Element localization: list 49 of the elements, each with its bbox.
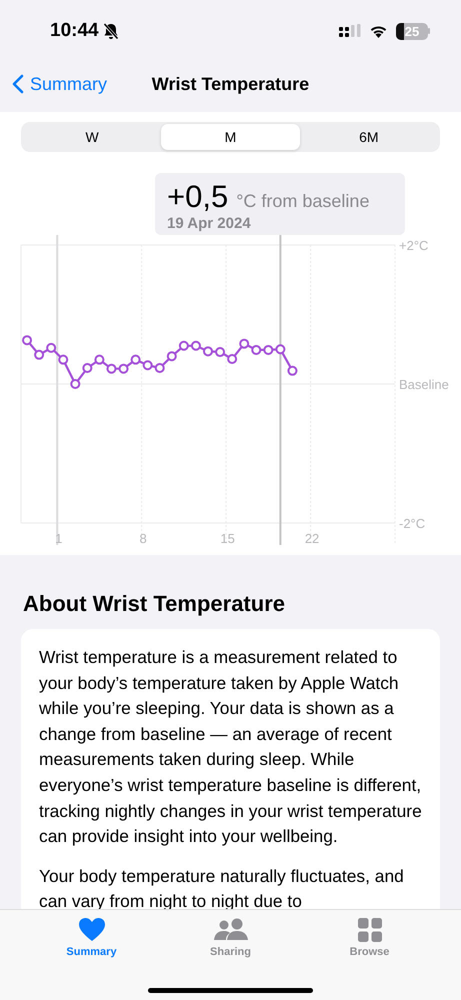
muted-bell-icon xyxy=(102,22,119,40)
signal-icon xyxy=(339,24,361,38)
period-tab[interactable]: M xyxy=(161,124,300,150)
wifi-icon xyxy=(369,24,388,38)
data-point xyxy=(46,342,56,353)
section-heading: About Wrist Temperature xyxy=(23,591,286,617)
data-point xyxy=(106,364,116,374)
x-axis-label: 1 xyxy=(55,531,62,546)
data-point xyxy=(275,344,286,354)
data-point xyxy=(287,366,298,376)
back-button[interactable]: Summary xyxy=(12,74,108,94)
page-title: Wrist Temperature xyxy=(152,74,310,94)
data-point xyxy=(251,344,262,355)
y-axis-label: +2°C xyxy=(399,238,428,253)
x-axis-label: 8 xyxy=(140,531,147,546)
data-point xyxy=(166,351,177,362)
heart-icon xyxy=(78,918,104,942)
data-point xyxy=(154,363,165,374)
data-point xyxy=(142,360,153,370)
period-tab[interactable]: W xyxy=(23,124,162,150)
x-axis-label: 22 xyxy=(304,531,320,546)
data-point xyxy=(118,364,129,374)
data-point xyxy=(203,346,213,356)
data-point xyxy=(130,354,141,365)
paragraph: Wrist temperature is a measurement related to your body’s temperature taken by Apple Watch while you’re sleeping. Your data is shown as a change from baseline — an average of recent measurements taken during sleep. While everyone’s wrist temperature baseline is different, tracking nightly changes in your wrist temperature can provide insight into your wellbeing. xyxy=(39,646,422,848)
data-point xyxy=(58,354,68,365)
x-axis-label: 15 xyxy=(220,531,235,546)
data-point xyxy=(22,335,32,346)
clock: 10:44 xyxy=(50,20,99,42)
unit-label: °C from baseline xyxy=(236,191,370,212)
data-point xyxy=(34,350,44,360)
data-point xyxy=(178,340,189,351)
battery-icon: 25 xyxy=(396,22,431,40)
y-axis-label: Baseline xyxy=(399,377,449,392)
period-tab[interactable]: 6M xyxy=(300,124,438,150)
data-point xyxy=(70,379,80,389)
date-label: 19 Apr 2024 xyxy=(167,215,252,232)
data-point xyxy=(227,354,238,364)
data-point xyxy=(263,344,274,355)
grid-icon xyxy=(358,918,382,942)
data-point xyxy=(239,338,250,349)
temperature-value: +0,5 xyxy=(167,179,228,215)
data-point xyxy=(94,354,104,365)
people-icon xyxy=(214,918,248,942)
chevron-left-icon xyxy=(12,74,24,94)
data-point xyxy=(215,347,226,358)
data-point xyxy=(190,340,201,351)
data-point xyxy=(82,363,92,374)
y-axis-label: -2°C xyxy=(399,516,426,531)
